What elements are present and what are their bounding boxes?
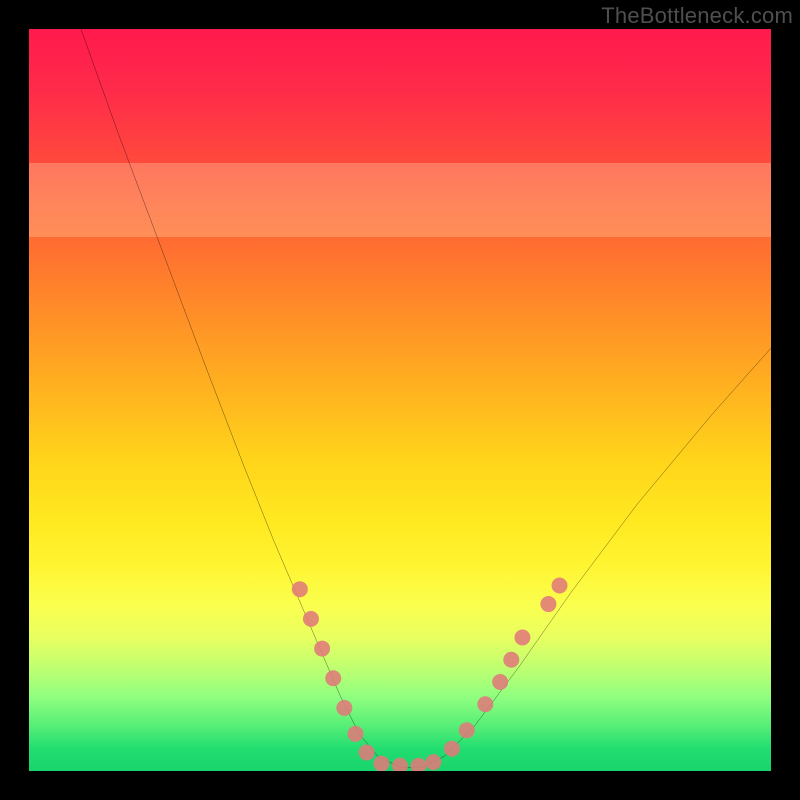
chart-marker-dot [392,758,408,771]
chart-marker-dot [503,652,519,668]
chart-marker-dot [477,696,493,712]
chart-markers [292,578,568,771]
chart-marker-dot [359,744,375,760]
chart-marker-dot [347,726,363,742]
chart-svg [29,29,771,771]
chart-area [29,29,771,771]
chart-container: TheBottleneck.com [0,0,800,800]
chart-marker-dot [292,581,308,597]
chart-marker-dot [492,674,508,690]
chart-marker-dot [444,741,460,757]
chart-marker-dot [552,578,568,594]
chart-marker-dot [373,756,389,771]
watermark-text: TheBottleneck.com [601,3,793,29]
chart-marker-dot [325,670,341,686]
chart-marker-dot [514,629,530,645]
chart-marker-dot [411,758,427,771]
chart-marker-dot [540,596,556,612]
chart-marker-dot [314,641,330,657]
chart-marker-dot [303,611,319,627]
bottleneck-curve [81,29,771,767]
chart-marker-dot [425,754,441,770]
chart-marker-dot [336,700,352,716]
chart-marker-dot [459,722,475,738]
